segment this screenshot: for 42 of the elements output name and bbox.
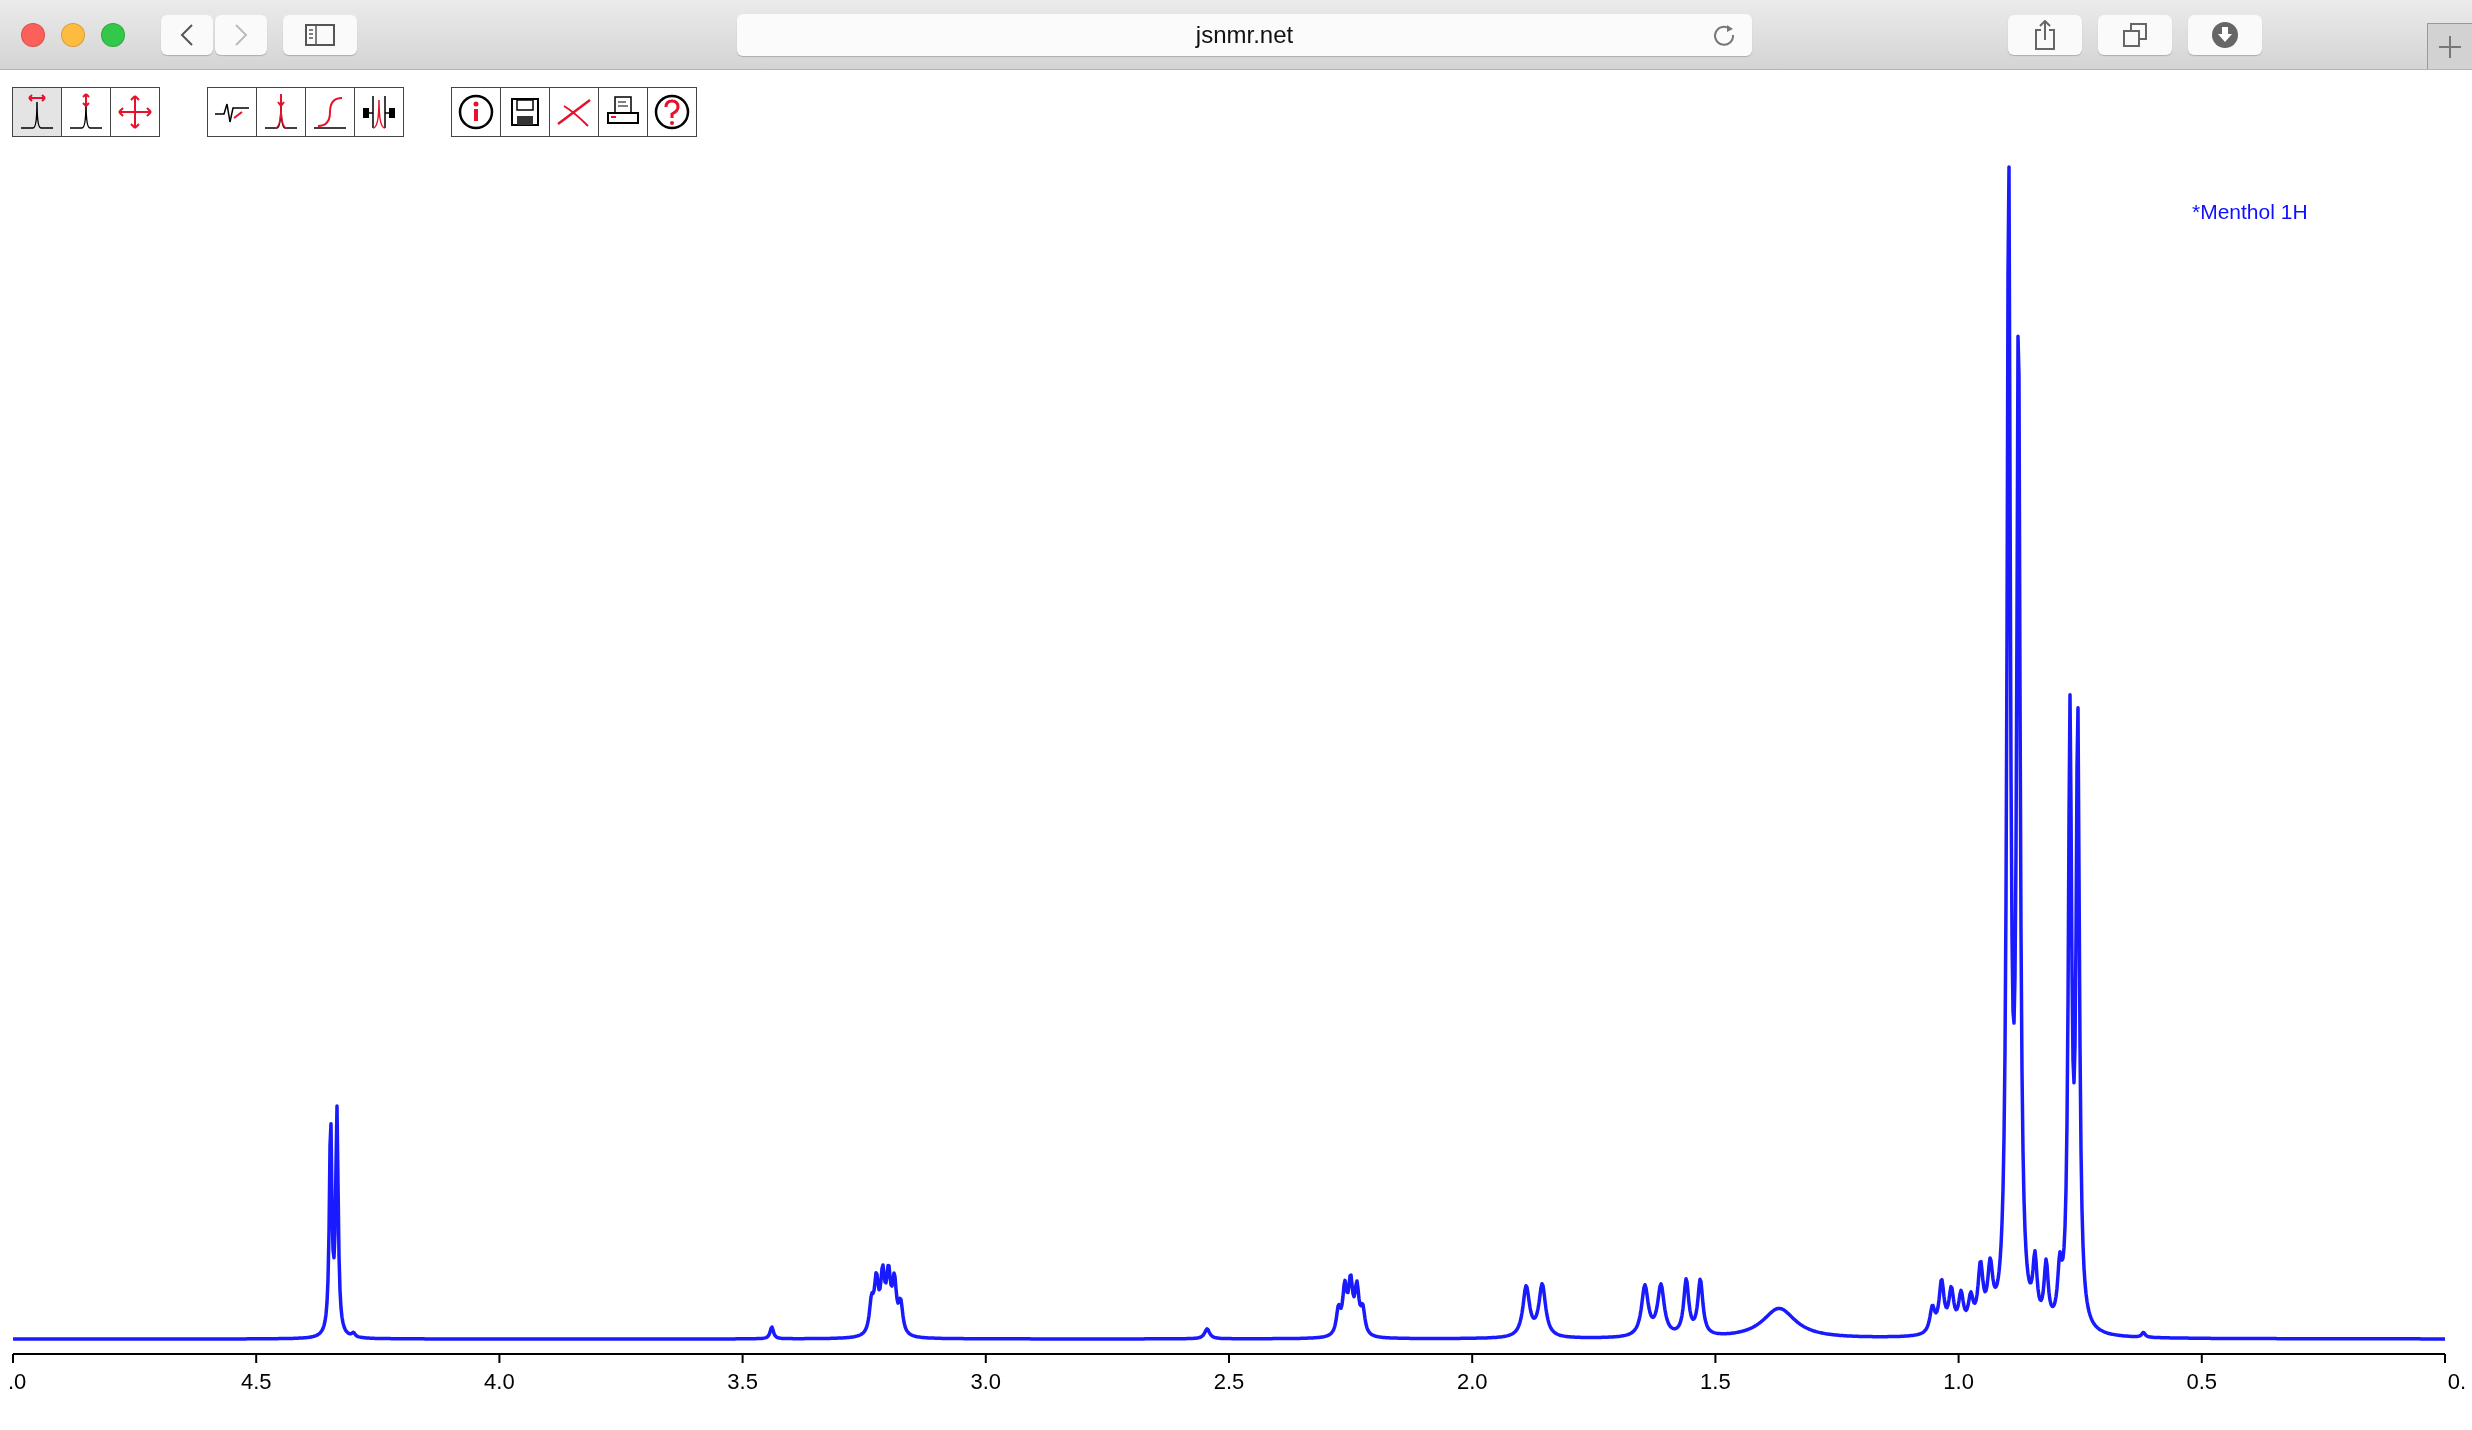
toolbar-button[interactable] [647, 87, 697, 137]
tabs-button[interactable] [2098, 14, 2172, 55]
toolbar-button[interactable] [110, 87, 160, 137]
axis-tick-label: 1.0 [1943, 1369, 1974, 1394]
axis-tick-label: 4.5 [240, 1369, 272, 1394]
axis-tick-label: 0. [2447, 1369, 2466, 1394]
spectrum-title: *Menthol 1H [2192, 200, 2308, 223]
toolbar-button[interactable] [207, 87, 257, 137]
new-tab-button[interactable] [2427, 23, 2472, 69]
share-button[interactable] [2008, 14, 2082, 55]
axis-tick-label: 0.5 [2186, 1369, 2218, 1394]
address-field[interactable]: jsnmr.net [737, 13, 1752, 56]
toolbar-button[interactable] [12, 87, 62, 137]
axis-tick-label: 1.5 [1700, 1369, 1731, 1394]
sidebar-icon [305, 23, 335, 46]
toolbar-button[interactable] [256, 87, 306, 137]
sidebar-button[interactable] [283, 14, 357, 55]
plus-icon [2439, 35, 2461, 58]
axis-tick-label: 2.5 [1213, 1369, 1245, 1394]
toolbar-button[interactable] [500, 87, 550, 137]
axis-tick-label: 4.0 [484, 1369, 515, 1394]
info-icon [456, 92, 496, 132]
help-icon [652, 92, 692, 132]
axis-tick-label: 3.5 [727, 1369, 758, 1394]
toolbar-button[interactable] [354, 87, 404, 137]
tabs-icon [2122, 21, 2148, 48]
toolbar-button[interactable] [61, 87, 111, 137]
toolbar-button[interactable] [598, 87, 648, 137]
forward-icon [234, 22, 248, 47]
reload-icon[interactable] [1712, 22, 1736, 47]
close-button[interactable] [21, 22, 45, 47]
downloads-button[interactable] [2188, 14, 2262, 55]
axis-tick-label: 3.0 [970, 1369, 1002, 1394]
back-icon [180, 22, 194, 47]
axis-tick-label: 2.0 [1456, 1369, 1488, 1394]
axis-tick-label: .0 [8, 1369, 27, 1394]
back-button[interactable] [161, 14, 213, 55]
toolbar-button[interactable] [451, 87, 501, 137]
share-icon [2034, 19, 2056, 50]
toolbar-button[interactable] [549, 87, 599, 137]
toolbar-button[interactable] [305, 87, 355, 137]
download-icon [2211, 20, 2239, 49]
